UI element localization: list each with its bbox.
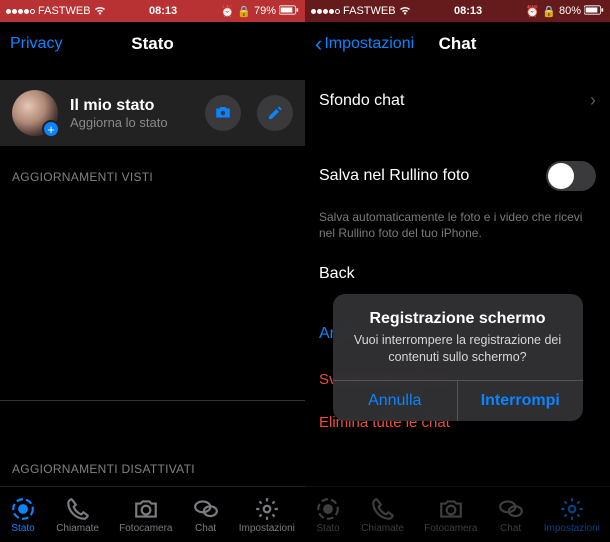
alarm-icon: ⏰ xyxy=(221,5,235,18)
edit-button[interactable] xyxy=(257,95,293,131)
carrier-label: FASTWEB xyxy=(38,5,91,17)
tab-camera[interactable]: Fotocamera xyxy=(424,496,477,534)
tab-calls[interactable]: Chiamate xyxy=(361,496,404,534)
tab-chat[interactable]: Chat xyxy=(193,496,219,534)
tab-calls[interactable]: Chiamate xyxy=(56,496,99,534)
gear-icon xyxy=(559,496,585,522)
nav-bar: Privacy Stato xyxy=(0,22,305,66)
content-area: Sfondo chat › Salva nel Rullino foto Sal… xyxy=(305,66,610,486)
status-bar: FASTWEB 08:13 ⏰ 🔒 79% xyxy=(0,0,305,22)
phone-icon xyxy=(65,496,91,522)
section-muted-updates: AGGIORNAMENTI DISATTIVATI xyxy=(0,438,305,482)
tab-label: Fotocamera xyxy=(119,523,172,534)
section-seen-updates: AGGIORNAMENTI VISTI xyxy=(0,146,305,190)
wifi-icon xyxy=(94,5,106,18)
camera-button[interactable] xyxy=(205,95,241,131)
pencil-icon xyxy=(267,105,283,121)
carrier-label: FASTWEB xyxy=(343,5,396,17)
tab-status[interactable]: Stato xyxy=(10,496,36,534)
rotation-lock-icon: 🔒 xyxy=(237,5,251,18)
camera-icon xyxy=(438,496,464,522)
phone-icon xyxy=(370,496,396,522)
gear-icon xyxy=(254,496,280,522)
tab-label: Chat xyxy=(195,523,216,534)
tab-label: Fotocamera xyxy=(424,523,477,534)
signal-dots-icon xyxy=(6,9,35,14)
plus-icon: + xyxy=(42,120,60,138)
page-title: Stato xyxy=(131,34,174,54)
battery-icon xyxy=(279,5,299,18)
battery-pct: 79% xyxy=(254,5,276,17)
tab-settings[interactable]: Impostazioni xyxy=(239,496,295,534)
alert-cancel-button[interactable]: Annulla xyxy=(333,381,458,421)
battery-pct: 80% xyxy=(559,5,581,17)
wifi-icon xyxy=(399,5,411,18)
my-status-title: Il mio stato xyxy=(70,97,189,115)
tab-settings[interactable]: Impostazioni xyxy=(544,496,600,534)
left-screenshot: FASTWEB 08:13 ⏰ 🔒 79% Privacy Stato + xyxy=(0,0,305,542)
status-text: Il mio stato Aggiorna lo stato xyxy=(70,97,189,130)
alarm-icon: ⏰ xyxy=(526,5,540,18)
my-status-subtitle: Aggiorna lo stato xyxy=(70,115,189,130)
back-button[interactable]: ‹ Impostazioni xyxy=(315,33,414,55)
status-time: 08:13 xyxy=(454,5,482,17)
camera-icon xyxy=(214,104,232,122)
tab-bar: Stato Chiamate Fotocamera Chat Impostazi… xyxy=(0,486,305,542)
nav-bar: ‹ Impostazioni Chat xyxy=(305,22,610,66)
chevron-left-icon: ‹ xyxy=(315,33,322,55)
camera-icon xyxy=(133,496,159,522)
nav-back-label: Privacy xyxy=(10,35,62,53)
alert-backdrop: Registrazione schermo Vuoi interrompere … xyxy=(305,66,610,486)
tab-status[interactable]: Stato xyxy=(315,496,341,534)
chat-bubbles-icon xyxy=(193,496,219,522)
tab-label: Chiamate xyxy=(361,523,404,534)
rotation-lock-icon: 🔒 xyxy=(542,5,556,18)
alert-title: Registrazione schermo xyxy=(347,310,569,328)
content-area: + Il mio stato Aggiorna lo stato AGGIORN… xyxy=(0,66,305,486)
right-screenshot: FASTWEB 08:13 ⏰ 🔒 80% ‹ Impostazioni Cha… xyxy=(305,0,610,542)
tab-bar: Stato Chiamate Fotocamera Chat Impostazi… xyxy=(305,486,610,542)
status-ring-icon xyxy=(10,496,36,522)
battery-icon xyxy=(584,5,604,18)
tab-chat[interactable]: Chat xyxy=(498,496,524,534)
nav-back-label: Impostazioni xyxy=(324,35,414,53)
tab-label: Stato xyxy=(11,523,34,534)
status-bar: FASTWEB 08:13 ⏰ 🔒 80% xyxy=(305,0,610,22)
alert-confirm-button[interactable]: Interrompi xyxy=(457,381,583,421)
chat-bubbles-icon xyxy=(498,496,524,522)
alert-message: Vuoi interrompere la registrazione dei c… xyxy=(347,332,569,366)
tab-label: Chat xyxy=(500,523,521,534)
tab-label: Impostazioni xyxy=(544,523,600,534)
status-ring-icon xyxy=(315,496,341,522)
tab-label: Chiamate xyxy=(56,523,99,534)
tab-label: Stato xyxy=(316,523,339,534)
tab-label: Impostazioni xyxy=(239,523,295,534)
my-status-row[interactable]: + Il mio stato Aggiorna lo stato xyxy=(0,80,305,146)
alert-dialog: Registrazione schermo Vuoi interrompere … xyxy=(333,294,583,421)
status-time: 08:13 xyxy=(149,5,177,17)
page-title: Chat xyxy=(439,34,477,54)
tab-camera[interactable]: Fotocamera xyxy=(119,496,172,534)
avatar[interactable]: + xyxy=(12,90,58,136)
signal-dots-icon xyxy=(311,9,340,14)
back-button[interactable]: Privacy xyxy=(10,35,62,53)
